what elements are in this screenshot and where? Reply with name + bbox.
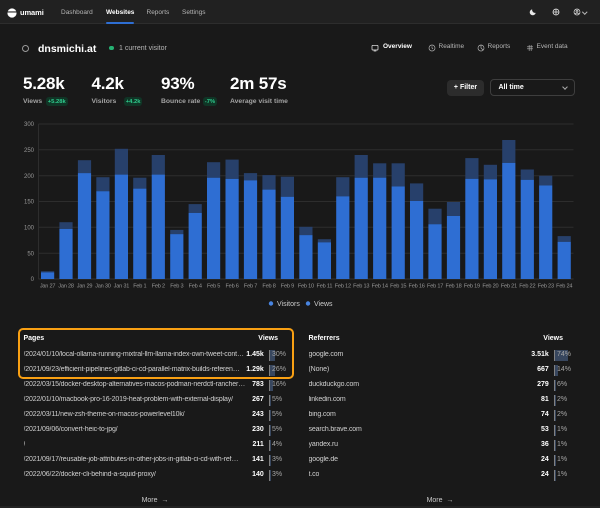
svg-text:Feb 24: Feb 24	[556, 283, 572, 289]
svg-text:Feb 13: Feb 13	[353, 283, 369, 289]
svg-text:50: 50	[27, 251, 34, 257]
svg-text:Feb 12: Feb 12	[335, 283, 351, 289]
svg-text:150: 150	[24, 200, 35, 206]
svg-text:0: 0	[31, 277, 35, 283]
svg-text:Views: Views	[314, 301, 333, 308]
svg-text:Feb 5: Feb 5	[207, 283, 220, 289]
svg-text:Feb 21: Feb 21	[501, 283, 517, 289]
svg-text:300: 300	[24, 122, 35, 128]
svg-text:Feb 7: Feb 7	[244, 283, 257, 289]
svg-text:Feb 16: Feb 16	[409, 283, 425, 289]
svg-text:Feb 9: Feb 9	[281, 283, 294, 289]
svg-text:Feb 6: Feb 6	[225, 283, 238, 289]
svg-text:Feb 22: Feb 22	[519, 283, 535, 289]
svg-text:Feb 19: Feb 19	[464, 283, 480, 289]
svg-text:Jan 30: Jan 30	[95, 283, 111, 289]
svg-text:Visitors: Visitors	[277, 301, 300, 308]
svg-text:250: 250	[24, 148, 35, 154]
svg-text:Jan 31: Jan 31	[114, 283, 130, 289]
svg-text:Feb 18: Feb 18	[445, 283, 461, 289]
svg-text:Feb 23: Feb 23	[538, 283, 554, 289]
svg-text:Feb 17: Feb 17	[427, 283, 443, 289]
svg-text:Feb 8: Feb 8	[262, 283, 275, 289]
svg-text:Feb 15: Feb 15	[390, 283, 406, 289]
svg-text:Feb 11: Feb 11	[317, 283, 333, 289]
svg-text:Feb 1: Feb 1	[133, 283, 146, 289]
svg-text:Jan 29: Jan 29	[77, 283, 93, 289]
svg-text:Feb 3: Feb 3	[170, 283, 183, 289]
svg-text:Feb 2: Feb 2	[152, 283, 165, 289]
svg-text:Feb 4: Feb 4	[189, 283, 202, 289]
svg-text:Feb 10: Feb 10	[298, 283, 314, 289]
svg-text:200: 200	[24, 174, 35, 180]
svg-text:Feb 20: Feb 20	[482, 283, 498, 289]
svg-text:Jan 27: Jan 27	[40, 283, 56, 289]
svg-text:100: 100	[24, 226, 35, 232]
svg-text:Feb 14: Feb 14	[372, 283, 388, 289]
svg-text:Jan 28: Jan 28	[58, 283, 74, 289]
